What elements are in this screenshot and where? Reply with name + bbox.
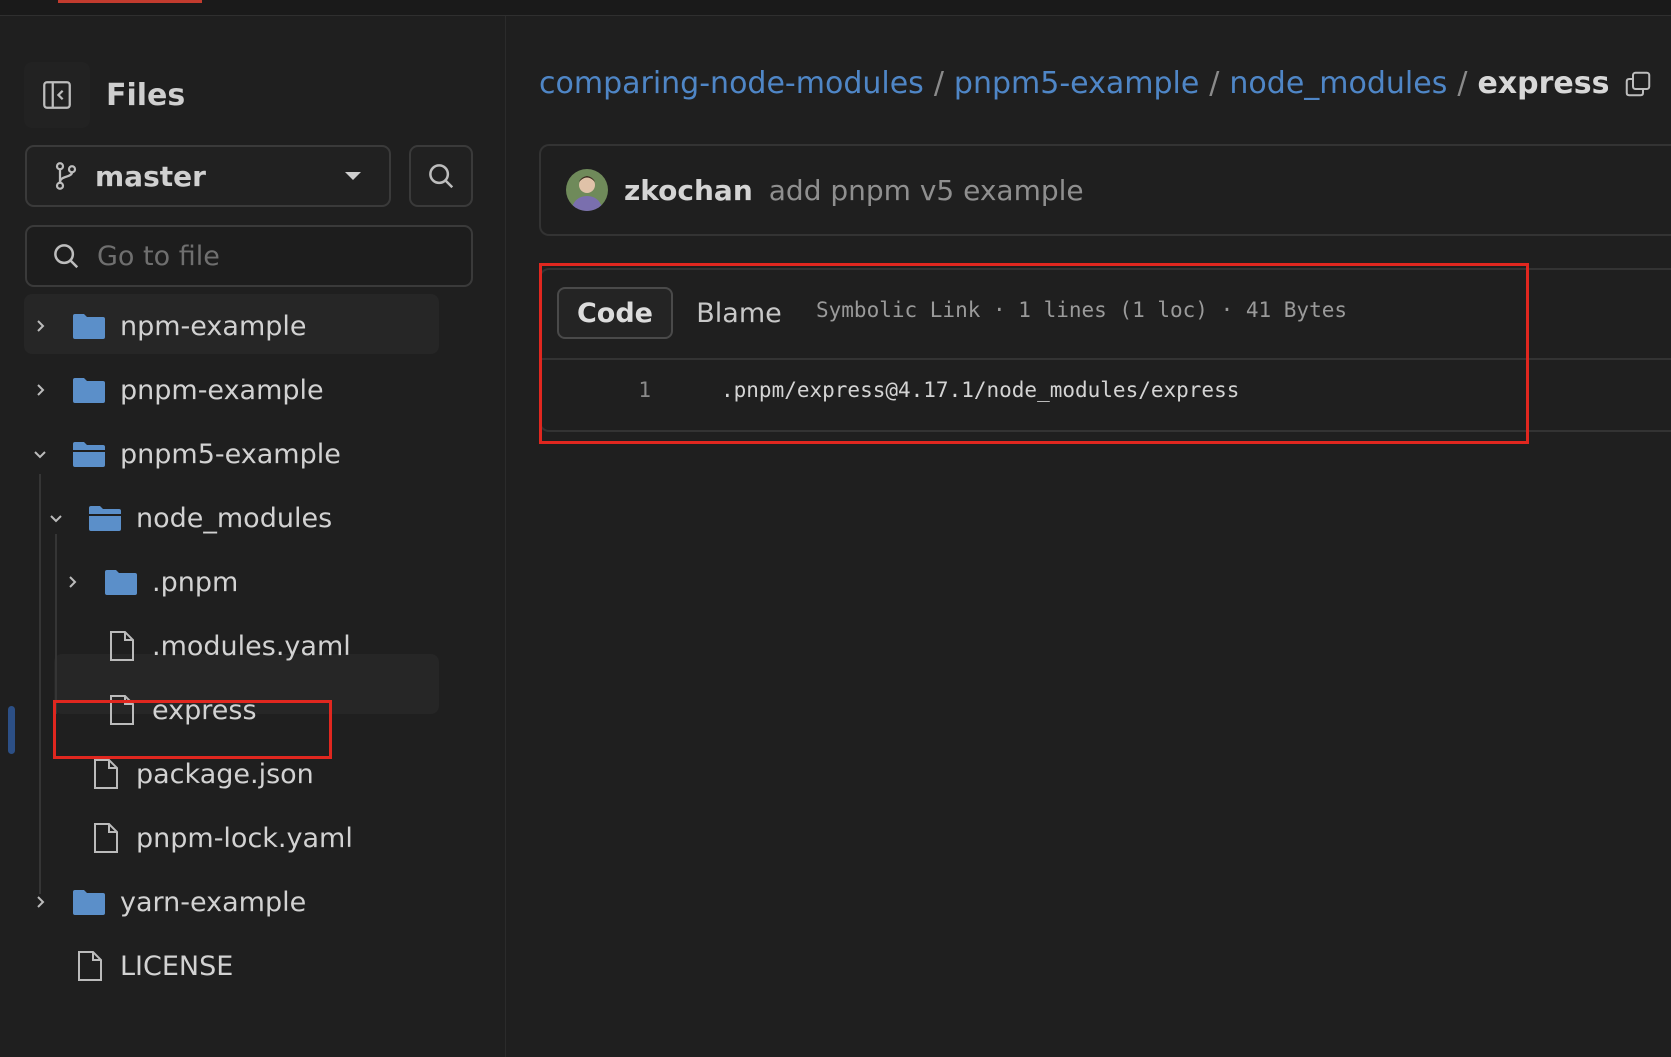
- avatar[interactable]: [566, 169, 608, 211]
- breadcrumb-link-repo[interactable]: comparing-node-modules: [539, 66, 924, 101]
- folder-icon: [72, 312, 106, 340]
- breadcrumb: comparing-node-modules / pnpm5-example /…: [539, 66, 1653, 101]
- file-icon: [76, 950, 104, 982]
- tree-indent-guide: [39, 474, 41, 894]
- tree-item-pnpm-example[interactable]: pnpm-example: [28, 358, 324, 422]
- copy-icon: [1626, 71, 1651, 96]
- tab-accent: [58, 0, 202, 3]
- tree-item-pnpm-lock-yaml[interactable]: pnpm-lock.yaml: [92, 806, 353, 870]
- file-icon: [92, 822, 120, 854]
- branch-name: master: [95, 159, 206, 193]
- commit-message[interactable]: add pnpm v5 example: [769, 174, 1084, 207]
- breadcrumb-separator: /: [933, 66, 944, 101]
- tree-item-label: pnpm-example: [120, 374, 324, 406]
- chevron-down-icon: [28, 442, 52, 466]
- breadcrumb-link-folder[interactable]: pnpm5-example: [954, 66, 1199, 101]
- git-branch-icon: [53, 161, 79, 191]
- folder-icon: [72, 888, 106, 916]
- breadcrumb-current-file: express: [1477, 66, 1610, 101]
- tree-item-pnpm5-example[interactable]: pnpm5-example: [28, 422, 341, 486]
- tree-item-npm-example[interactable]: npm-example: [28, 294, 307, 358]
- file-icon: [108, 630, 136, 662]
- active-item-indicator: [8, 706, 15, 754]
- folder-open-icon: [88, 504, 122, 532]
- tree-item-label: node_modules: [136, 502, 333, 534]
- chevron-down-icon: [44, 506, 68, 530]
- tree-item-label: npm-example: [120, 310, 307, 342]
- breadcrumb-separator: /: [1209, 66, 1220, 101]
- tree-item-modules-yaml[interactable]: .modules.yaml: [108, 614, 351, 678]
- breadcrumb-link-subfolder[interactable]: node_modules: [1229, 66, 1447, 101]
- breadcrumb-separator: /: [1457, 66, 1468, 101]
- chevron-right-icon: [28, 890, 52, 914]
- chevron-down-icon: [345, 172, 361, 180]
- sidebar-title: Files: [106, 77, 186, 113]
- search-icon: [429, 164, 454, 189]
- tree-item-label: pnpm5-example: [120, 438, 341, 470]
- branch-selector[interactable]: master: [25, 145, 391, 207]
- collapse-sidebar-button[interactable]: [24, 62, 90, 128]
- folder-open-icon: [72, 440, 106, 468]
- go-to-file-input[interactable]: [95, 239, 439, 273]
- tree-item-pnpm-store[interactable]: .pnpm: [60, 550, 238, 614]
- tree-item-label: package.json: [136, 758, 314, 790]
- tree-item-yarn-example[interactable]: yarn-example: [28, 870, 306, 934]
- sidebar-collapse-icon: [43, 81, 71, 109]
- tree-item-label: .pnpm: [152, 566, 239, 598]
- tree-item-label: .modules.yaml: [152, 630, 351, 662]
- annotation-highlight-box: [53, 700, 332, 759]
- search-button[interactable]: [409, 145, 473, 207]
- chevron-right-icon: [28, 314, 52, 338]
- chevron-right-icon: [28, 378, 52, 402]
- file-view: comparing-node-modules / pnpm5-example /…: [506, 16, 1671, 1057]
- folder-icon: [104, 568, 138, 596]
- file-tree-sidebar: Files master Go to file npm-example pnpm…: [0, 16, 506, 1057]
- commit-author[interactable]: zkochan: [624, 174, 753, 207]
- copy-path-button[interactable]: [1623, 69, 1653, 99]
- tree-item-license[interactable]: LICENSE: [76, 934, 233, 998]
- file-icon: [92, 758, 120, 790]
- latest-commit-bar: zkochan add pnpm v5 example: [539, 144, 1671, 236]
- top-bar: [0, 0, 1671, 16]
- tree-item-label: LICENSE: [120, 950, 234, 982]
- folder-icon: [72, 376, 106, 404]
- annotation-highlight-box: [539, 263, 1529, 444]
- go-to-file-field[interactable]: [25, 225, 473, 287]
- tree-item-label: pnpm-lock.yaml: [136, 822, 353, 854]
- tree-item-node-modules[interactable]: node_modules: [44, 486, 332, 550]
- chevron-right-icon: [60, 570, 84, 594]
- search-icon: [51, 241, 81, 271]
- tree-item-label: yarn-example: [120, 886, 307, 918]
- sidebar-header: Files: [24, 60, 185, 130]
- tree-indent-guide: [55, 534, 57, 714]
